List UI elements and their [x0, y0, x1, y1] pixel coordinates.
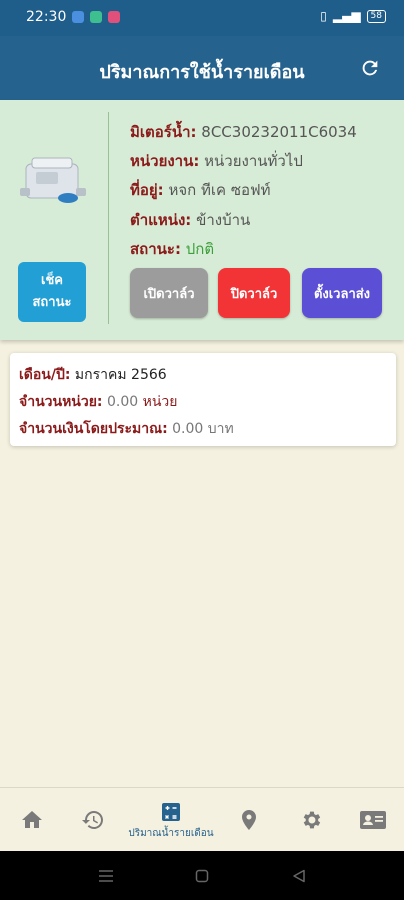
- refresh-button[interactable]: [356, 54, 384, 82]
- units-value: 0.00: [106, 394, 139, 410]
- close-valve-button[interactable]: ปิดวาล์ว: [218, 268, 290, 318]
- units-row: จำนวนหน่วย: 0.00 หน่วย: [19, 391, 177, 413]
- month-row: เดือน/ปี: มกราคม 2566: [19, 364, 167, 386]
- nav-settings[interactable]: [281, 788, 341, 852]
- notification-app-icon: [72, 11, 84, 23]
- meter-row: มิเตอร์น้ำ: 8CC30232011C6034: [130, 120, 357, 144]
- nav-location[interactable]: [219, 788, 279, 852]
- vibrate-icon: ▯: [320, 9, 327, 23]
- status-bar: 22:30 ▯ ▂▄▆ 58: [0, 0, 404, 36]
- refresh-icon: [362, 60, 378, 76]
- history-icon: [82, 811, 103, 829]
- back-button[interactable]: [288, 865, 310, 887]
- position-value: ข้างบ้าน: [196, 211, 251, 229]
- water-meter-image: [20, 157, 86, 203]
- nav-active-label: ปริมาณน้ำรายเดือน: [128, 827, 214, 839]
- address-value: หจก ทีเค ซอฟท์: [168, 181, 271, 199]
- cost-value: 0.00 บาท: [172, 421, 234, 437]
- meter-value: 8CC30232011C6034: [201, 123, 357, 141]
- device-card: เช็ค สถานะ มิเตอร์น้ำ: 8CC30232011C6034 …: [0, 100, 404, 340]
- unit-label: หน่วยงาน:: [130, 152, 200, 170]
- home-icon: [22, 811, 42, 828]
- status-indicators: ▯ ▂▄▆ 58: [320, 9, 386, 23]
- recent-apps-button[interactable]: [95, 865, 117, 887]
- nav-monthly-usage[interactable]: ปริมาณน้ำรายเดือน: [128, 788, 214, 852]
- settings-icon: [303, 811, 321, 829]
- battery-icon: 58: [366, 9, 386, 23]
- position-label: ตำแหน่ง:: [130, 211, 192, 229]
- location-icon: [242, 810, 256, 830]
- notification-app-icon: [90, 11, 102, 23]
- check-status-button[interactable]: เช็ค สถานะ: [18, 262, 86, 322]
- system-nav-bar: [0, 851, 404, 900]
- cost-row: จำนวนเงินโดยประมาณ: 0.00 บาท: [19, 418, 234, 440]
- nav-contact[interactable]: [343, 788, 403, 852]
- check-status-label-line1: เช็ค: [41, 273, 63, 288]
- nav-history[interactable]: [63, 788, 123, 852]
- meter-label: มิเตอร์น้ำ:: [130, 123, 197, 141]
- usage-card: เดือน/ปี: มกราคม 2566 จำนวนหน่วย: 0.00 ห…: [10, 353, 396, 446]
- back-triangle-icon: [293, 869, 305, 883]
- signal-icon: ▂▄▆: [332, 9, 361, 23]
- set-timer-button[interactable]: ตั้งเวลาส่ง: [302, 268, 382, 318]
- contact-card-icon: [360, 811, 386, 829]
- app-bar: ปริมาณการใช้น้ำรายเดือน: [0, 36, 404, 100]
- menu-icon: [99, 870, 113, 882]
- position-row: ตำแหน่ง: ข้างบ้าน: [130, 208, 250, 232]
- status-value: ปกติ: [185, 240, 215, 258]
- month-label: เดือน/ปี:: [19, 367, 71, 383]
- open-valve-button[interactable]: เปิดวาล์ว: [130, 268, 208, 318]
- notification-app-icon: [108, 11, 120, 23]
- home-system-button[interactable]: [191, 865, 213, 887]
- divider: [108, 112, 109, 324]
- nav-home[interactable]: [2, 788, 62, 852]
- address-row: ที่อยู่: หจก ทีเค ซอฟท์: [130, 178, 271, 202]
- status-time: 22:30: [26, 9, 67, 25]
- bottom-nav: ปริมาณน้ำรายเดือน: [0, 787, 404, 851]
- units-unit: หน่วย: [142, 394, 178, 410]
- address-label: ที่อยู่:: [130, 181, 164, 199]
- status-row: สถานะ: ปกติ: [130, 237, 214, 261]
- cost-label: จำนวนเงินโดยประมาณ:: [19, 421, 168, 437]
- month-value: มกราคม 2566: [74, 367, 167, 383]
- calculator-icon: [162, 802, 180, 821]
- units-label: จำนวนหน่วย:: [19, 394, 103, 410]
- page-title: ปริมาณการใช้น้ำรายเดือน: [99, 62, 305, 83]
- status-label: สถานะ:: [130, 240, 181, 258]
- square-icon: [195, 869, 209, 883]
- check-status-label-line2: สถานะ: [32, 295, 72, 310]
- unit-value: หน่วยงานทั่วไป: [204, 152, 303, 170]
- unit-row: หน่วยงาน: หน่วยงานทั่วไป: [130, 149, 303, 173]
